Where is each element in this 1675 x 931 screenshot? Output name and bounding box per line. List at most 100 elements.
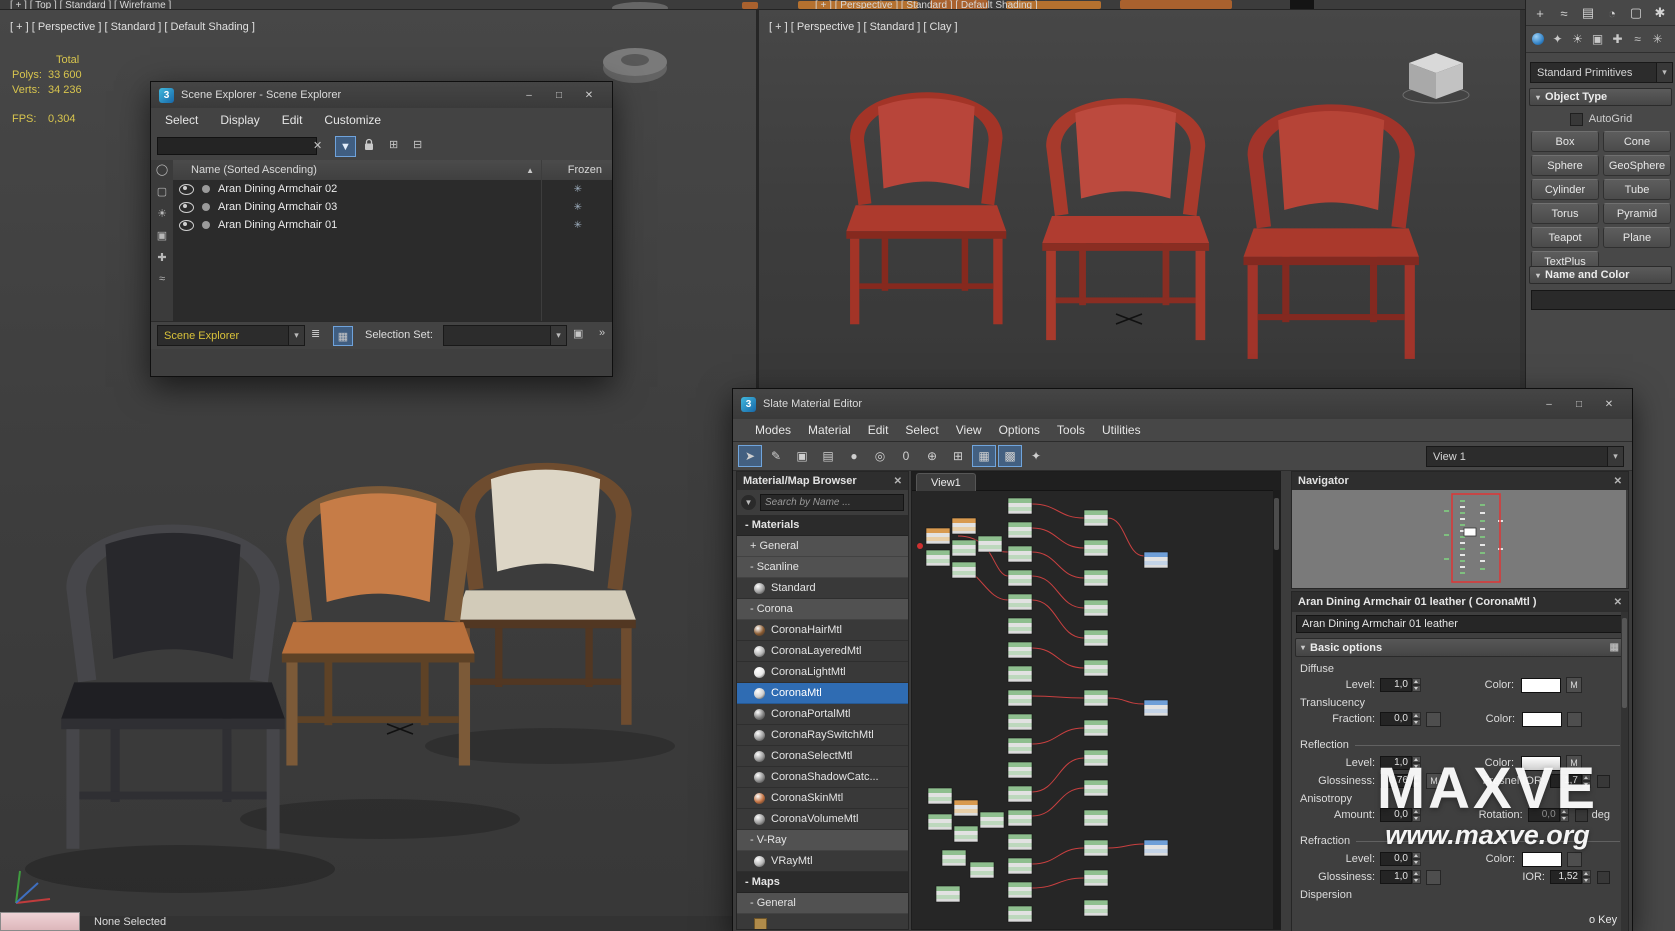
category-spacewarps-icon[interactable]: ≈ — [1628, 29, 1647, 49]
view-selector-combo[interactable]: View 1 ▾ — [1426, 446, 1624, 467]
tab-create-icon[interactable]: + — [1529, 3, 1551, 23]
fraction-spinner[interactable]: 0,0 — [1380, 712, 1421, 726]
column-frozen[interactable]: Frozen — [568, 164, 602, 176]
visibility-eye-icon[interactable] — [179, 184, 194, 195]
chevron-down-icon[interactable]: ▾ — [288, 326, 304, 345]
menu-select[interactable]: Select — [165, 113, 198, 127]
object-type-rollout[interactable]: ▾ Object Type — [1529, 88, 1672, 106]
clipboard-icon[interactable]: ▤ — [816, 445, 840, 467]
fraction-map-slot[interactable] — [1426, 712, 1441, 727]
tab-display-icon[interactable]: ▢ — [1625, 3, 1647, 23]
menu-tools[interactable]: Tools — [1057, 423, 1085, 437]
show-grid-icon[interactable]: ▩ — [998, 445, 1022, 467]
browser-group[interactable]: - General — [737, 893, 908, 914]
basic-options-rollout[interactable]: ▾ Basic options ▦ — [1295, 638, 1625, 657]
ior-checkbox[interactable] — [1597, 871, 1610, 884]
select-tool-icon[interactable]: ➤ — [738, 445, 762, 467]
browser-header[interactable]: Material/Map Browser ✕ — [737, 472, 908, 490]
layout-icon[interactable]: ⊞ — [946, 445, 970, 467]
material-name-field[interactable]: Aran Dining Armchair 01 leather — [1296, 615, 1624, 633]
menu-edit[interactable]: Edit — [282, 113, 303, 127]
browser-section[interactable]: - Materials — [737, 515, 908, 536]
refraction-glossiness-spinner[interactable]: 1,0 — [1380, 870, 1421, 884]
viewport-label[interactable]: [ + ] [ Perspective ] [ Standard ] [ Cla… — [769, 21, 958, 33]
menu-material[interactable]: Material — [808, 423, 851, 437]
filter-geometry-icon[interactable]: ▢ — [157, 185, 167, 198]
parameters-header[interactable]: Aran Dining Armchair 01 leather ( Corona… — [1292, 592, 1628, 612]
search-input[interactable] — [157, 137, 317, 155]
maximize-icon[interactable]: □ — [544, 86, 574, 105]
tab-utilities-icon[interactable]: ✱ — [1649, 3, 1671, 23]
category-dropdown[interactable]: Standard Primitives ▾ — [1530, 62, 1673, 83]
refraction-map-slot[interactable] — [1567, 852, 1582, 867]
column-name[interactable]: Name (Sorted Ascending) — [173, 164, 317, 176]
viewcube[interactable] — [1401, 47, 1471, 105]
tab-view1[interactable]: View1 — [916, 473, 976, 491]
sort-ascending-icon[interactable]: ▲ — [526, 166, 534, 175]
chevron-down-icon[interactable]: ▾ — [1656, 63, 1672, 82]
visibility-eye-icon[interactable] — [179, 220, 194, 231]
torus-button[interactable]: Torus — [1531, 203, 1599, 224]
autogrid-checkbox[interactable] — [1570, 113, 1583, 126]
chairs-3d-models-clay[interactable] — [794, 39, 1494, 379]
teapot-button[interactable]: Teapot — [1531, 227, 1599, 248]
menu-edit[interactable]: Edit — [868, 423, 889, 437]
close-icon[interactable]: ✕ — [1614, 597, 1622, 608]
viewport-perspective-clay[interactable]: [ + ] [ Perspective ] [ Standard ] [ Cla… — [759, 9, 1520, 388]
menu-view[interactable]: View — [956, 423, 982, 437]
browser-item[interactable]: CoronaPortalMtl — [737, 704, 908, 725]
browser-group[interactable]: - V-Ray — [737, 830, 908, 851]
browser-item[interactable]: CoronaLayeredMtl — [737, 641, 908, 662]
category-cameras-icon[interactable]: ▣ — [1588, 29, 1607, 49]
browser-item-selected[interactable]: CoronaMtl — [737, 683, 908, 704]
search-by-name-input[interactable] — [760, 494, 904, 511]
browser-section[interactable]: - Maps — [737, 872, 908, 893]
filter-icon[interactable]: ▼ — [335, 136, 356, 157]
tab-hierarchy-icon[interactable]: ▤ — [1577, 3, 1599, 23]
node-view-scrollbar[interactable] — [1273, 490, 1280, 929]
diffuse-color-swatch[interactable] — [1521, 678, 1561, 693]
render-toggle-icon[interactable] — [202, 203, 210, 211]
explorer-selector-combo[interactable]: Scene Explorer ▾ — [157, 325, 305, 346]
category-helpers-icon[interactable]: ✚ — [1608, 29, 1627, 49]
browser-options-icon[interactable]: ▼ — [741, 495, 756, 510]
geosphere-button[interactable]: GeoSphere — [1603, 155, 1671, 176]
sphere-button[interactable]: Sphere — [1531, 155, 1599, 176]
node-view[interactable]: View1 — [911, 471, 1281, 930]
browser-item[interactable]: CoronaVolumeMtl — [737, 809, 908, 830]
menu-modes[interactable]: Modes — [755, 423, 791, 437]
close-icon[interactable]: ✕ — [574, 86, 604, 105]
browser-group[interactable]: + General — [737, 536, 908, 557]
object-name-input[interactable] — [1531, 290, 1675, 310]
diffuse-map-button[interactable]: M — [1566, 677, 1582, 693]
browser-item[interactable]: CoronaShadowCatc... — [737, 767, 908, 788]
render-toggle-icon[interactable] — [202, 185, 210, 193]
browser-item[interactable]: CoronaRaySwitchMtl — [737, 725, 908, 746]
browser-item[interactable]: VRayMtl — [737, 851, 908, 872]
minimize-icon[interactable]: – — [1534, 395, 1564, 414]
selection-set-combo[interactable]: ▾ — [443, 325, 567, 346]
menu-select[interactable]: Select — [905, 423, 938, 437]
translucency-map-slot[interactable] — [1567, 712, 1582, 727]
render-toggle-icon[interactable] — [202, 221, 210, 229]
menu-options[interactable]: Options — [999, 423, 1040, 437]
expand-tree-icon[interactable]: ⊞ — [389, 138, 398, 151]
diffuse-level-spinner[interactable]: 1,0 — [1380, 678, 1421, 692]
table-row[interactable]: Aran Dining Armchair 01 ✳ — [173, 216, 612, 234]
collapse-tree-icon[interactable]: ⊟ — [413, 138, 422, 151]
chevron-down-icon[interactable]: ▾ — [550, 326, 566, 345]
table-row[interactable]: Aran Dining Armchair 02 ✳ — [173, 180, 612, 198]
explorer-list-icon[interactable]: ≣ — [311, 327, 320, 340]
chevron-down-icon[interactable]: ▾ — [1607, 447, 1623, 466]
tab-motion-icon[interactable]: ◔ — [1601, 3, 1623, 23]
plane-button[interactable]: Plane — [1603, 227, 1671, 248]
maximize-icon[interactable]: □ — [1564, 395, 1594, 414]
close-icon[interactable]: ✕ — [1594, 395, 1624, 414]
browser-item[interactable]: CoronaSkinMtl — [737, 788, 908, 809]
material-node-graph[interactable] — [912, 490, 1272, 931]
browser-item[interactable]: CoronaLightMtl — [737, 662, 908, 683]
ior-spinner[interactable]: 1,52 — [1550, 870, 1591, 884]
material-id-channel-icon[interactable]: ✦ — [1024, 445, 1048, 467]
refraction-color-swatch[interactable] — [1522, 852, 1562, 867]
menu-utilities[interactable]: Utilities — [1102, 423, 1141, 437]
